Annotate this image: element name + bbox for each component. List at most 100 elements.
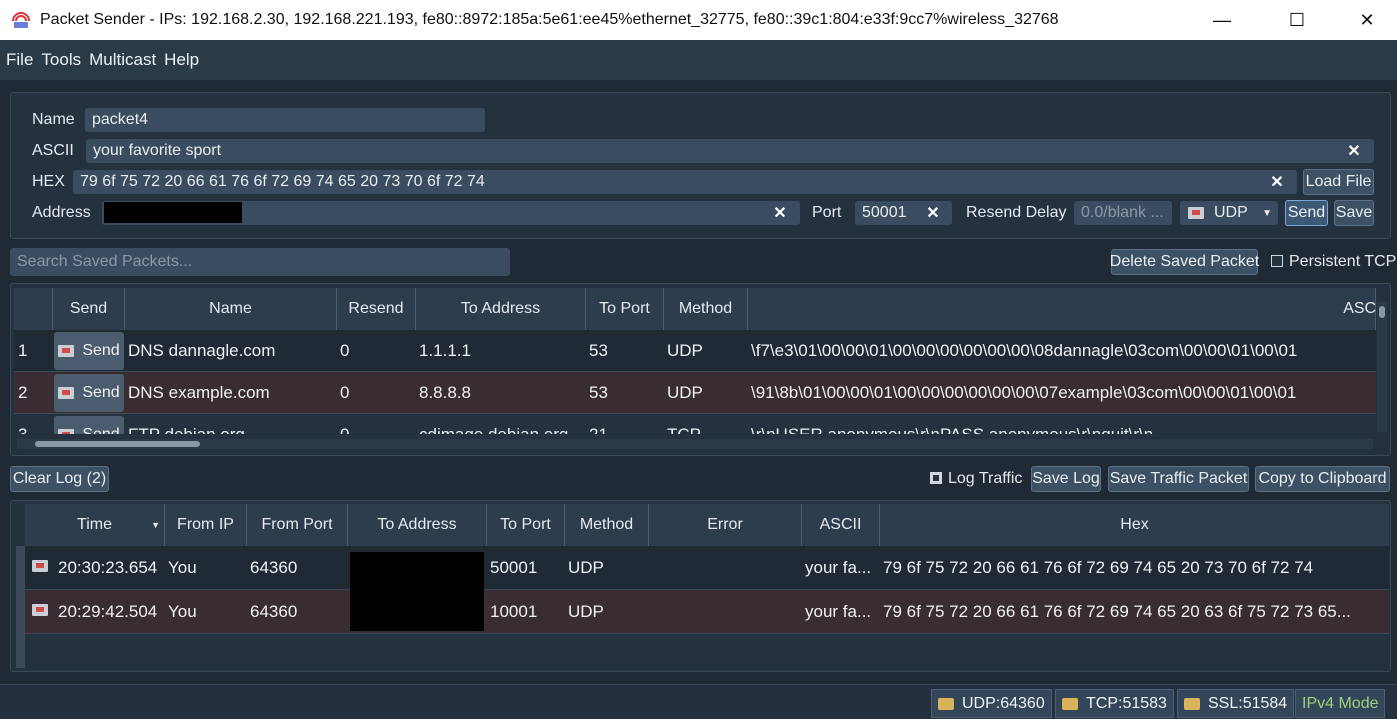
col-hex-header[interactable]: Hex (880, 504, 1389, 546)
col-to-address-header[interactable]: To Address (348, 504, 487, 546)
delete-saved-packet-button[interactable]: Delete Saved Packet (1110, 249, 1259, 275)
close-window-button[interactable]: ✕ (1332, 0, 1397, 40)
row-number: 3 (15, 414, 53, 434)
row-header-strip (16, 546, 25, 668)
row-address: 8.8.8.8 (419, 383, 471, 402)
log-error (649, 546, 802, 590)
log-from-port: 64360 (250, 558, 298, 577)
menu-multicast[interactable]: Multicast (89, 50, 156, 70)
resend-delay-input[interactable]: 0.0/blank ... (1074, 201, 1172, 225)
col-ascii-header[interactable]: ASCII (802, 504, 880, 546)
maximize-button[interactable]: ☐ (1262, 0, 1332, 40)
name-input[interactable]: packet4 (85, 108, 485, 132)
col-method-header[interactable]: Method (565, 504, 649, 546)
row-send-button[interactable]: Send (54, 374, 124, 412)
traffic-log-table: Time ▼ From IP From Port To Address To P… (10, 500, 1391, 672)
col-error-header[interactable]: Error (649, 504, 802, 546)
load-file-button[interactable]: Load File (1303, 169, 1374, 195)
vertical-scrollbar-thumb[interactable] (1379, 306, 1385, 318)
col-ascii-header[interactable]: ASCII (748, 288, 1385, 330)
envelope-icon (58, 429, 75, 434)
row-port: 53 (589, 341, 608, 360)
log-error (649, 590, 802, 634)
save-button[interactable]: Save (1334, 200, 1374, 226)
method-select-value: UDP (1214, 204, 1248, 221)
table-row[interactable]: 3 Send FTP debian.org 0 cdimage.debian.o… (11, 414, 1376, 434)
tcp-port-label: TCP:51583 (1086, 694, 1167, 712)
name-label: Name (32, 111, 75, 128)
row-send-button[interactable]: Send (54, 416, 124, 434)
log-from-port: 64360 (250, 602, 298, 621)
vertical-scrollbar[interactable] (1377, 302, 1387, 432)
port-label: Port (812, 204, 842, 221)
envelope-icon (58, 387, 75, 399)
log-to-port: 50001 (490, 558, 538, 577)
clear-log-button[interactable]: Clear Log (2) (10, 466, 109, 492)
horizontal-scrollbar[interactable] (17, 439, 1373, 449)
col-to-address-header[interactable]: To Address (416, 288, 586, 330)
save-log-button[interactable]: Save Log (1031, 466, 1101, 492)
ipv4-mode-button[interactable]: IPv4 Mode (1295, 689, 1386, 718)
col-send-header[interactable]: Send (53, 288, 125, 330)
search-saved-packets-input[interactable]: Search Saved Packets... (10, 248, 510, 276)
tcp-icon (1062, 697, 1078, 710)
col-resend-header[interactable]: Resend (337, 288, 416, 330)
save-traffic-packet-button[interactable]: Save Traffic Packet (1108, 466, 1249, 492)
ascii-input[interactable]: your favorite sport (86, 139, 1374, 163)
col-time-header[interactable]: Time ▼ (25, 504, 165, 546)
row-method: UDP (667, 383, 703, 402)
log-method: UDP (568, 602, 604, 621)
send-button[interactable]: Send (1285, 200, 1328, 226)
status-bar: UDP:64360 TCP:51583 SSL:51584 IPv4 Mode (0, 684, 1397, 719)
log-traffic-checkbox[interactable] (930, 472, 942, 484)
address-label: Address (32, 204, 91, 221)
clear-hex-icon[interactable]: ✕ (1268, 173, 1286, 191)
copy-to-clipboard-button[interactable]: Copy to Clipboard (1255, 466, 1390, 492)
tcp-port-button[interactable]: TCP:51583 (1055, 689, 1174, 718)
menu-file[interactable]: File (6, 50, 33, 70)
row-ascii: \r\nUSER anonymous\r\nPASS anonymous\r\n… (748, 414, 1368, 434)
persistent-tcp-label: Persistent TCP (1289, 253, 1397, 270)
horizontal-scrollbar-thumb[interactable] (35, 441, 200, 447)
row-ascii: \91\8b\01\00\00\01\00\00\00\00\00\00\07e… (751, 383, 1297, 402)
menu-bar: File Tools Multicast Help (0, 40, 1397, 80)
ascii-label: ASCII (32, 142, 74, 159)
log-method: UDP (568, 558, 604, 577)
col-name-header[interactable]: Name (125, 288, 337, 330)
clear-address-icon[interactable]: ✕ (771, 204, 789, 222)
row-ascii: \f7\e3\01\00\00\01\00\00\00\00\00\00\08d… (751, 341, 1298, 360)
ssl-port-button[interactable]: SSL:51584 (1177, 689, 1295, 718)
udp-port-button[interactable]: UDP:64360 (931, 689, 1052, 718)
col-to-port-header[interactable]: To Port (487, 504, 565, 546)
log-to-port: 10001 (490, 602, 538, 621)
row-port: 21 (586, 414, 664, 434)
log-time: 20:30:23.654 (58, 558, 158, 577)
col-method-header[interactable]: Method (664, 288, 748, 330)
method-select[interactable]: UDP ▼ (1180, 201, 1278, 225)
row-number: 1 (18, 341, 28, 360)
log-ascii: your fa... (805, 602, 872, 621)
saved-packets-table: Send Name Resend To Address To Port Meth… (10, 283, 1391, 456)
envelope-icon (32, 560, 48, 572)
checkbox-mark-icon (933, 475, 939, 481)
clear-port-icon[interactable]: ✕ (924, 204, 942, 222)
sort-down-icon: ▼ (151, 520, 160, 530)
envelope-icon (58, 345, 75, 357)
row-send-button[interactable]: Send (54, 332, 124, 370)
col-from-ip-header[interactable]: From IP (165, 504, 247, 546)
hex-input[interactable]: 79 6f 75 72 20 66 61 76 6f 72 69 74 65 2… (73, 170, 1297, 194)
window-title: Packet Sender - IPs: 192.168.2.30, 192.1… (40, 11, 1059, 28)
row-send-label: Send (82, 342, 120, 359)
col-to-port-header[interactable]: To Port (586, 288, 664, 330)
log-traffic-label: Log Traffic (948, 470, 1023, 487)
menu-tools[interactable]: Tools (41, 50, 81, 70)
menu-help[interactable]: Help (164, 50, 199, 70)
minimize-button[interactable]: — (1187, 0, 1257, 40)
col-from-port-header[interactable]: From Port (247, 504, 348, 546)
udp-port-label: UDP:64360 (962, 694, 1045, 712)
log-ascii: your fa... (805, 558, 872, 577)
persistent-tcp-checkbox[interactable] (1271, 255, 1283, 267)
row-resend: 0 (340, 341, 350, 360)
clear-ascii-icon[interactable]: ✕ (1345, 142, 1363, 160)
row-send-label: Send (82, 384, 120, 401)
